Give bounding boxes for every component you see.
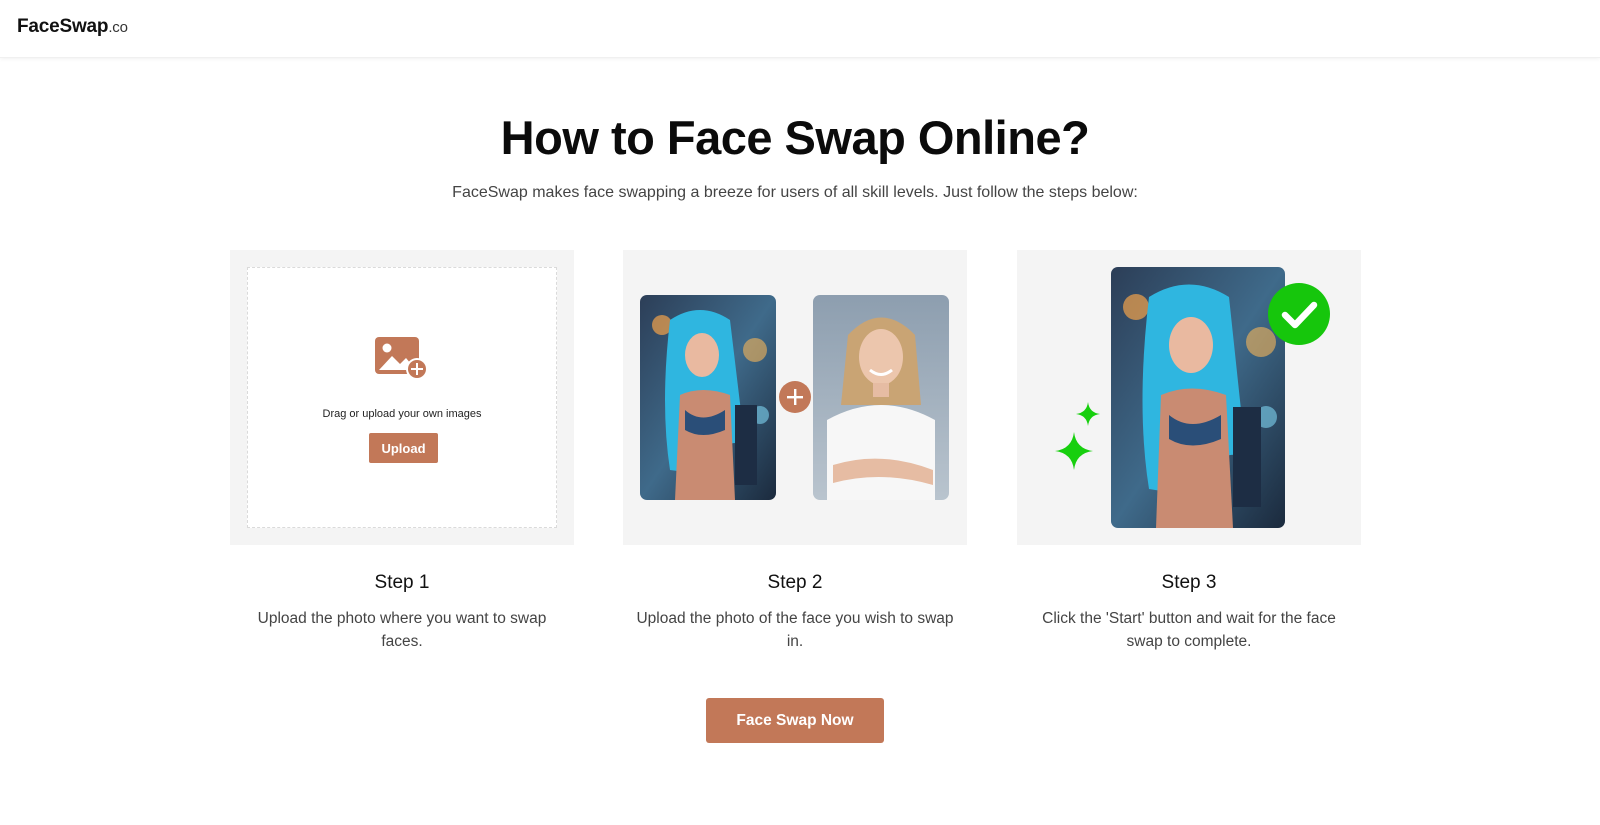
site-logo[interactable]: FaceSwap.co xyxy=(17,16,128,38)
upload-dropzone[interactable]: Drag or upload your own images Upload xyxy=(247,267,557,528)
step-3-card xyxy=(1017,250,1361,545)
upload-button[interactable]: Upload xyxy=(369,433,438,463)
step-2-card xyxy=(623,250,967,545)
page-title: How to Face Swap Online? xyxy=(500,111,1090,164)
site-header: FaceSwap.co xyxy=(0,0,1600,58)
face-swap-now-button[interactable]: Face Swap Now xyxy=(706,698,884,743)
plus-icon xyxy=(779,381,811,413)
step-1-title: Step 1 xyxy=(374,572,430,593)
step-1-card: Drag or upload your own images Upload xyxy=(230,250,574,545)
page-subtitle: FaceSwap makes face swapping a breeze fo… xyxy=(452,184,1138,201)
target-photo xyxy=(640,295,776,500)
sparkle-icon xyxy=(1076,402,1100,426)
sparkle-icon xyxy=(1055,432,1093,470)
step-3-title: Step 3 xyxy=(1161,572,1217,593)
step-1-description: Upload the photo where you want to swap … xyxy=(257,610,547,650)
step-2-description: Upload the photo of the face you wish to… xyxy=(636,610,954,650)
result-photo xyxy=(1111,267,1285,528)
step-3-description: Click the 'Start' button and wait for th… xyxy=(1042,610,1336,650)
logo-main: FaceSwap xyxy=(17,16,109,37)
source-face-photo xyxy=(813,295,949,500)
logo-tld: .co xyxy=(108,19,128,36)
check-icon xyxy=(1268,283,1330,345)
step-2-title: Step 2 xyxy=(767,572,823,593)
image-add-icon xyxy=(375,337,428,380)
dropzone-text: Drag or upload your own images xyxy=(322,408,482,420)
